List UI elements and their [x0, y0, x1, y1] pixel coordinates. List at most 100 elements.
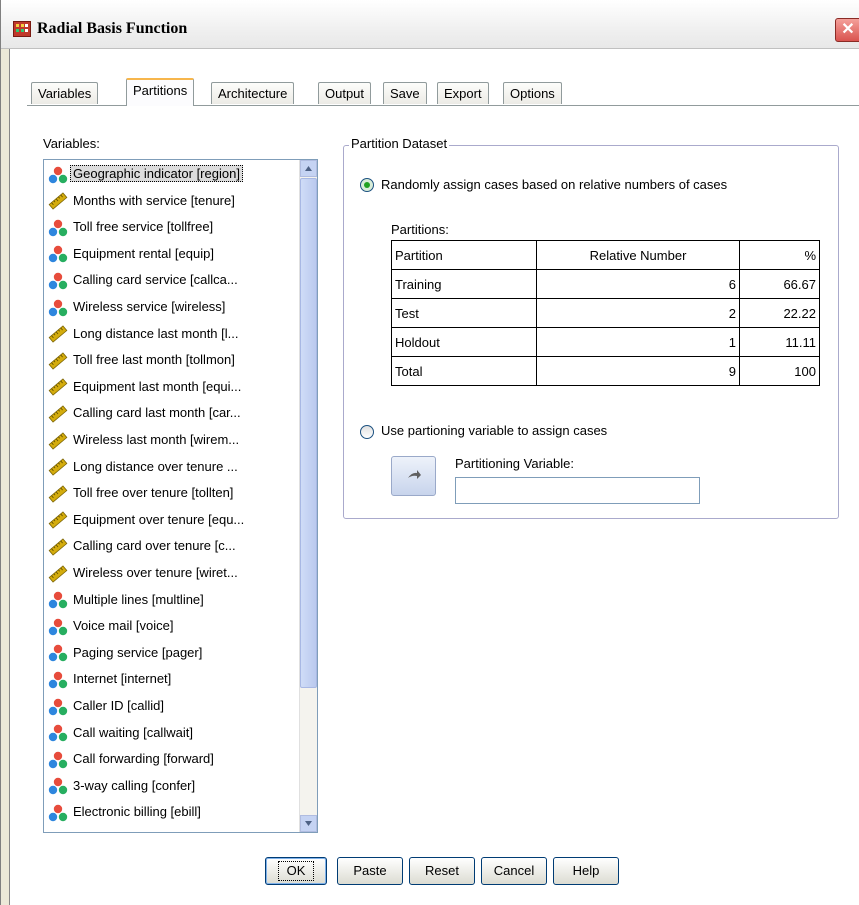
tab-options[interactable]: Options	[503, 82, 562, 104]
list-item[interactable]: Wireless last month [wirem...	[48, 429, 239, 451]
scroll-up-button[interactable]	[300, 160, 317, 177]
random-assign-radio[interactable]	[360, 178, 374, 192]
list-item[interactable]: Internet [internet]	[48, 668, 171, 690]
tab-architecture[interactable]: Architecture	[211, 82, 295, 104]
scale-icon	[48, 511, 68, 530]
list-item[interactable]: Long distance last month [l...	[48, 323, 238, 345]
list-item-label: 3-way calling [confer]	[73, 777, 196, 793]
nominal-icon	[48, 804, 68, 822]
list-item[interactable]: Electronic billing [ebill]	[48, 801, 201, 823]
relative-number-cell[interactable]: 2	[536, 298, 740, 328]
nominal-icon	[48, 698, 68, 716]
partition-name-cell: Test	[391, 298, 537, 328]
nominal-icon	[48, 671, 68, 689]
partition-name-cell: Holdout	[391, 327, 537, 357]
percent-cell: 66.67	[739, 269, 820, 299]
paste-button[interactable]: Paste	[337, 857, 403, 885]
tab-partitions[interactable]: Partitions	[126, 78, 195, 106]
dialog-window: Radial Basis Function ✕ Variables Partit…	[0, 0, 859, 905]
list-item-label: Months with service [tenure]	[73, 192, 235, 208]
scale-icon	[48, 564, 68, 583]
table-header: Partition	[391, 240, 537, 270]
list-item[interactable]: Calling card service [callca...	[48, 269, 238, 291]
list-item[interactable]: Multiple lines [multline]	[48, 589, 204, 611]
cancel-button[interactable]: Cancel	[481, 857, 547, 885]
scale-icon	[48, 192, 68, 210]
ok-button[interactable]: OK	[265, 857, 327, 885]
list-item-label: Calling card last month [car...	[73, 405, 241, 421]
table-row: Training 6 66.67	[391, 269, 820, 299]
nominal-icon	[48, 272, 68, 290]
partition-name-cell: Training	[391, 269, 537, 299]
table-row: Total 9 100	[391, 356, 820, 386]
partition-name-cell: Total	[391, 356, 537, 386]
list-item[interactable]: Call forwarding [forward]	[48, 748, 214, 770]
arrow-down-icon	[305, 821, 312, 826]
percent-cell: 11.11	[739, 327, 820, 357]
list-item[interactable]: Toll free last month [tollmon]	[48, 349, 235, 371]
nominal-icon	[48, 724, 68, 742]
list-item[interactable]: Geographic indicator [region]	[48, 163, 243, 185]
list-item[interactable]: Calling card last month [car...	[48, 402, 241, 424]
list-item[interactable]: Equipment last month [equi...	[48, 376, 241, 398]
tab-strip: Variables Partitions Architecture Output…	[31, 78, 859, 106]
variables-scrollbar[interactable]	[299, 160, 317, 832]
percent-cell: 100	[739, 356, 820, 386]
list-item[interactable]: Wireless service [wireless]	[48, 296, 225, 318]
list-item[interactable]: Calling card over tenure [c...	[48, 535, 236, 557]
close-button[interactable]: ✕	[835, 18, 859, 42]
list-item-label: Geographic indicator [region]	[70, 165, 243, 182]
list-item-label: Internet [internet]	[73, 671, 172, 687]
nominal-icon	[48, 219, 68, 237]
list-item-label: Equipment rental [equip]	[73, 245, 214, 261]
arrow-up-icon	[305, 166, 312, 171]
partition-variable-radio[interactable]	[360, 425, 374, 439]
list-item-label: Wireless over tenure [wiret...	[73, 565, 238, 580]
reset-button[interactable]: Reset	[409, 857, 475, 885]
list-item-label: Long distance last month [l...	[73, 325, 239, 341]
tab-export[interactable]: Export	[437, 82, 489, 104]
partition-dataset-title: Partition Dataset	[349, 136, 450, 151]
table-header-row: Partition Relative Number %	[391, 240, 820, 270]
help-button[interactable]: Help	[553, 857, 619, 885]
list-item-label: Voice mail [voice]	[73, 618, 174, 634]
list-item-label: Toll free service [tollfree]	[73, 219, 214, 235]
partitioning-variable-field[interactable]	[455, 477, 700, 504]
title-bar[interactable]: Radial Basis Function ✕	[1, 0, 859, 49]
list-item[interactable]: Wireless over tenure [wiret...	[48, 562, 238, 584]
list-item[interactable]: 3-way calling [confer]	[48, 775, 195, 797]
table-header: Relative Number	[536, 240, 740, 270]
scroll-thumb[interactable]	[300, 178, 317, 688]
scroll-down-button[interactable]	[300, 815, 317, 832]
relative-number-cell[interactable]: 1	[536, 327, 740, 357]
scale-icon	[48, 378, 68, 397]
nominal-icon	[48, 299, 68, 317]
list-item[interactable]: Toll free service [tollfree]	[48, 216, 213, 238]
list-item-label: Calling card service [callca...	[73, 272, 238, 288]
partition-variable-label[interactable]: Use partioning variable to assign cases	[381, 423, 607, 438]
tab-variables[interactable]: Variables	[31, 82, 99, 104]
list-item[interactable]: Caller ID [callid]	[48, 695, 164, 717]
scale-icon	[48, 458, 68, 476]
list-item[interactable]: Months with service [tenure]	[48, 190, 235, 212]
nominal-icon	[48, 751, 68, 769]
list-item-label: Multiple lines [multline]	[73, 591, 204, 607]
tab-save[interactable]: Save	[383, 82, 427, 104]
nominal-icon	[48, 777, 68, 795]
list-item[interactable]: Equipment over tenure [equ...	[48, 509, 244, 531]
list-item[interactable]: Voice mail [voice]	[48, 615, 173, 637]
list-item[interactable]: Call waiting [callwait]	[48, 722, 193, 744]
tab-output[interactable]: Output	[318, 82, 372, 104]
list-item[interactable]: Toll free over tenure [tollten]	[48, 482, 233, 504]
relative-number-cell[interactable]: 6	[536, 269, 740, 299]
list-item[interactable]: Paging service [pager]	[48, 642, 202, 664]
ok-button-label: OK	[277, 861, 315, 881]
list-item-label: Calling card over tenure [c...	[73, 538, 236, 554]
list-item[interactable]: Equipment rental [equip]	[48, 243, 214, 265]
variables-listbox[interactable]: Electronic billing [ebill] 3-way calling …	[43, 159, 318, 833]
list-item-label: Electronic billing [ebill]	[73, 804, 201, 820]
list-item[interactable]: Long distance over tenure ...	[48, 456, 238, 478]
random-assign-label[interactable]: Randomly assign cases based on relative …	[381, 177, 727, 192]
percent-cell: 22.22	[739, 298, 820, 328]
move-variable-button[interactable]	[391, 456, 436, 496]
